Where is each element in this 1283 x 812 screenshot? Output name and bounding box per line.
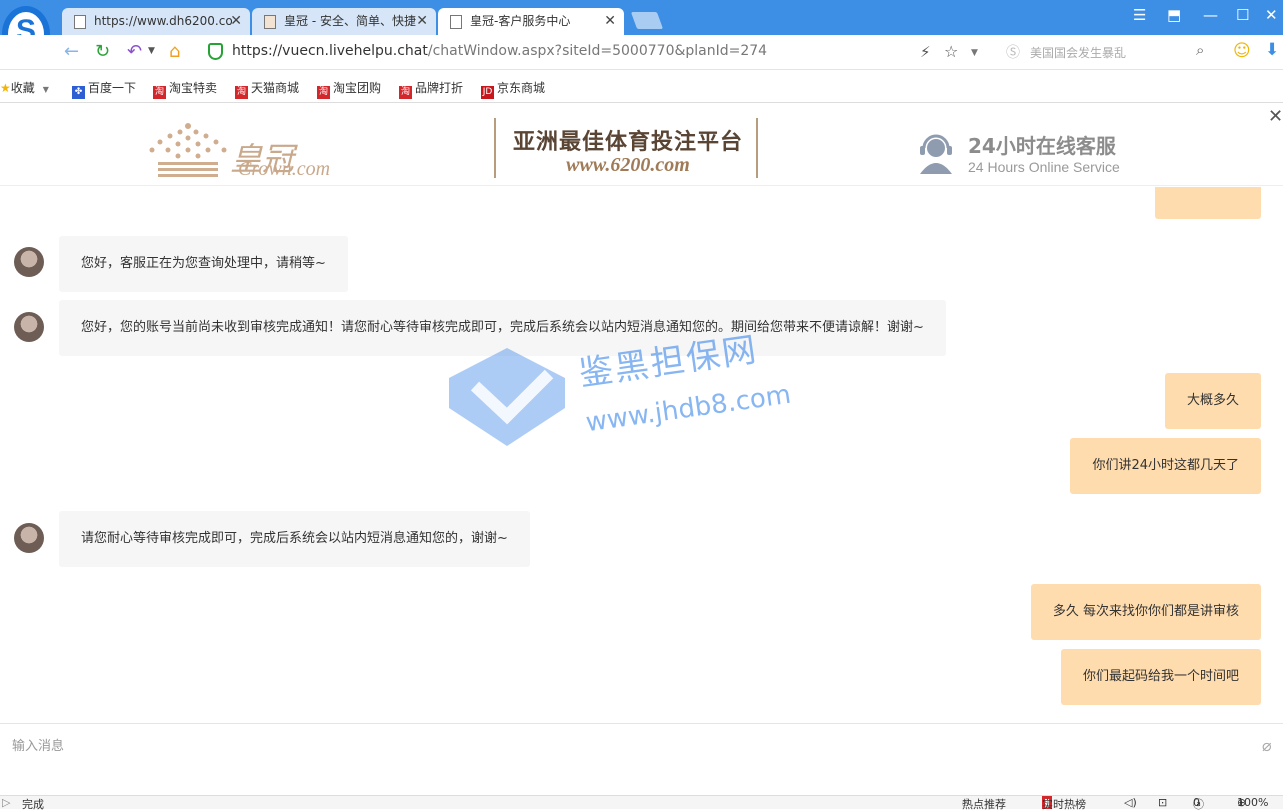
- jd-icon: JD: [481, 86, 494, 99]
- bookmarks-bar: ★收藏 ▼ ✤ 百度一下 淘淘宝特卖 淘天猫商城 淘淘宝团购 淘品牌打折 JD 京东商…: [0, 70, 1283, 103]
- skin-icon[interactable]: ⬒: [1167, 6, 1181, 24]
- bookmark-item[interactable]: ✤ 百度一下: [72, 79, 136, 99]
- browser-titlebar: S https://www.dh6200.co ✕ 皇冠 - 安全、简单、快捷 …: [0, 0, 1283, 62]
- chevron-down-icon: ▼: [42, 85, 49, 94]
- agent-message-bubble: 您好，客服正在为您查询处理中，请稍等~: [59, 236, 348, 292]
- user-message-bubble: 多久 每次来找你你们都是讲审核: [1030, 584, 1261, 640]
- page-icon: [74, 15, 86, 29]
- download-manager-icon[interactable]: ⊡: [1158, 796, 1167, 809]
- search-box[interactable]: Ⓢ 美国国会发生暴乱 ⌕: [1002, 40, 1217, 64]
- tab-title: 皇冠 - 安全、简单、快捷: [284, 14, 416, 28]
- tab-1[interactable]: https://www.dh6200.co ✕: [62, 8, 250, 35]
- url-text[interactable]: https://vuecn.livehelpu.chat/chatWindow.…: [232, 43, 767, 59]
- user-message-bubble: 你们讲24小时这都几天了: [1070, 438, 1261, 494]
- user-message-bubble: 你们最起码给我一个时间吧: [1060, 649, 1261, 705]
- customer-service-icon: [920, 134, 952, 174]
- favorites-menu[interactable]: ★收藏 ▼: [0, 79, 49, 96]
- tab-close-icon[interactable]: ✕: [416, 8, 428, 35]
- new-tab-button[interactable]: [630, 12, 664, 29]
- agent-message-bubble: 您好，您的账号当前尚未收到审核完成通知！请您耐心等待审核完成即可，完成后系统会以…: [59, 300, 946, 356]
- message-input-area[interactable]: 输入消息 ⌀: [0, 723, 1283, 795]
- url-field[interactable]: https://vuecn.livehelpu.chat/chatWindow.…: [200, 40, 990, 64]
- star-icon: ★: [0, 81, 11, 95]
- slogan-banner: 亚洲最佳体育投注平台 www.6200.com: [494, 118, 758, 178]
- minimize-icon[interactable]: —: [1203, 6, 1218, 24]
- service-subtitle: 24 Hours Online Service: [968, 159, 1120, 175]
- search-icon[interactable]: ⌕: [1196, 41, 1204, 59]
- agent-avatar: [14, 523, 44, 553]
- bookmark-item[interactable]: 淘品牌打折: [399, 79, 463, 99]
- status-text: 完成: [22, 798, 44, 811]
- home-icon[interactable]: ⌂: [169, 41, 180, 62]
- star-icon[interactable]: ☆: [944, 42, 958, 61]
- user-message-bubble: 大概多久: [1164, 373, 1261, 429]
- undo-close-icon[interactable]: ↶: [127, 41, 142, 62]
- agent-avatar: [14, 247, 44, 277]
- taobao-icon: 淘: [399, 86, 412, 99]
- service-title: 24小时在线客服: [968, 134, 1116, 158]
- lightning-icon[interactable]: ⚡: [920, 43, 931, 61]
- bookmark-item[interactable]: 淘天猫商城: [235, 79, 299, 99]
- tab-close-icon[interactable]: ✕: [604, 8, 616, 35]
- slogan-url: www.6200.com: [566, 154, 690, 176]
- agent-avatar: [14, 312, 44, 342]
- emoji-icon[interactable]: ☺: [1233, 41, 1251, 61]
- close-icon[interactable]: ✕: [1268, 106, 1283, 127]
- bookmark-item[interactable]: 淘淘宝团购: [317, 79, 381, 99]
- bookmark-item[interactable]: JD 京东商城: [481, 79, 545, 99]
- taobao-icon: 淘: [153, 86, 166, 99]
- tab-3-active[interactable]: 皇冠-客户服务中心 ✕: [438, 8, 624, 35]
- search-input[interactable]: 美国国会发生暴乱: [1030, 44, 1126, 61]
- page-icon: [450, 15, 462, 29]
- baidu-icon: ✤: [72, 86, 85, 99]
- address-bar: ← ↻ ↶ ▼ ⌂ https://vuecn.livehelpu.chat/c…: [0, 35, 1283, 70]
- tab-close-icon[interactable]: ✕: [230, 8, 242, 35]
- crown-logo-icon: [149, 123, 227, 177]
- maximize-icon[interactable]: ☐: [1236, 6, 1249, 24]
- tab-title: https://www.dh6200.co: [94, 14, 233, 28]
- message-input[interactable]: 输入消息: [12, 735, 64, 754]
- brand-name: 皇冠 Crown.com: [230, 141, 331, 180]
- refresh-icon[interactable]: ↻: [95, 41, 110, 62]
- bookmark-item[interactable]: 淘淘宝特卖: [153, 79, 217, 99]
- secure-shield-icon: [208, 43, 223, 60]
- agent-message-bubble: 请您耐心等待审核完成即可，完成后系统会以站内短消息通知您的，谢谢~: [59, 511, 530, 567]
- tab-2[interactable]: 皇冠 - 安全、简单、快捷 ✕: [252, 8, 436, 35]
- menu-icon[interactable]: ☰: [1133, 6, 1146, 24]
- window-close-icon[interactable]: ✕: [1265, 6, 1278, 24]
- chat-message-list[interactable]: 您好，客服正在为您查询处理中，请稍等~ 您好，您的账号当前尚未收到审核完成通知！…: [0, 187, 1283, 723]
- sogou-search-icon: Ⓢ: [1006, 45, 1020, 61]
- slogan-text: 亚洲最佳体育投注平台: [512, 129, 743, 155]
- download-icon[interactable]: ⬇: [1265, 40, 1279, 60]
- speaker-icon[interactable]: ◁): [1124, 796, 1137, 809]
- tab-title: 皇冠-客户服务中心: [470, 14, 571, 28]
- taobao-icon: 淘: [317, 86, 330, 99]
- attachment-icon[interactable]: ⌀: [1262, 736, 1272, 755]
- chevron-down-icon[interactable]: ▼: [971, 48, 978, 58]
- chevron-down-icon[interactable]: ▼: [148, 46, 155, 56]
- crown-favicon-icon: [264, 15, 276, 29]
- play-icon: ▷: [2, 796, 11, 809]
- status-bar: ▷ 完成 ☝ 热点推荐 ▮ 实时热榜 ◁) ⊡ ⓐ 0 ⊕ 100%: [0, 795, 1283, 811]
- chat-header: 皇冠 Crown.com 亚洲最佳体育投注平台 www.6200.com 24小时…: [0, 104, 1283, 186]
- taobao-icon: 淘: [235, 86, 248, 99]
- user-message-bubble-partial: [1155, 187, 1261, 219]
- back-icon[interactable]: ←: [64, 41, 79, 62]
